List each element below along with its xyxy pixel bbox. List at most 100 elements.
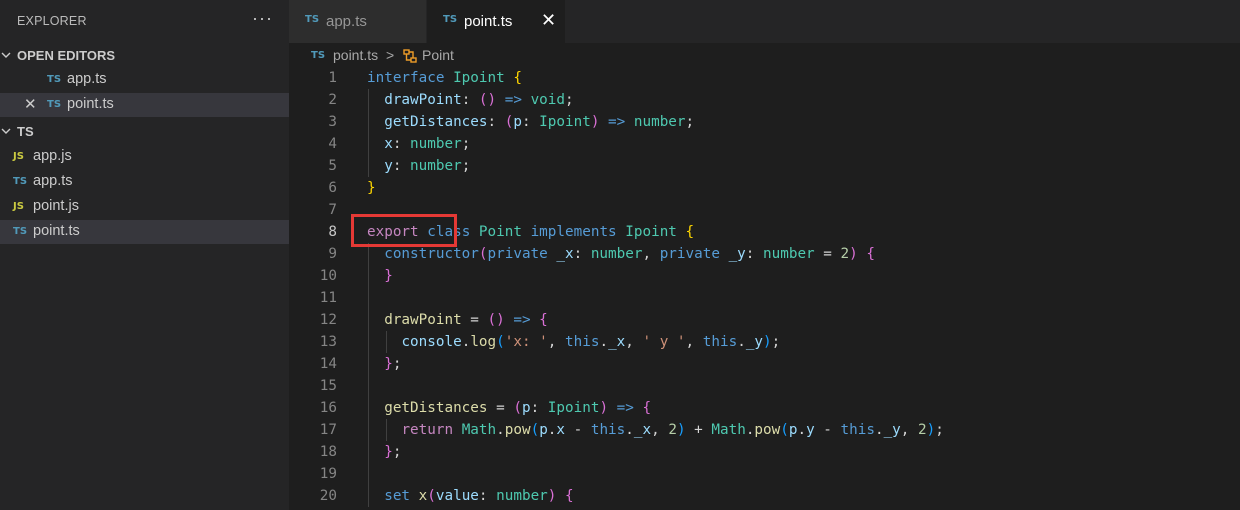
line-number: 1	[328, 70, 337, 86]
code-line[interactable]: 11	[289, 287, 1240, 309]
code-token: _y	[883, 422, 901, 438]
code-token: ;	[461, 158, 471, 174]
code-token: Point	[478, 224, 522, 240]
code-text: drawPoint: () => void;	[367, 89, 573, 111]
code-token: }	[384, 444, 393, 460]
explorer-sidebar: EXPLORER ··· OPEN EDITORS TS app.ts ✕ TS…	[0, 0, 289, 510]
line-number: 11	[319, 290, 337, 306]
code-line[interactable]: 16 getDistances = (p: Ipoint) => {	[289, 397, 1240, 419]
code-token: 'x: '	[504, 334, 548, 350]
code-token: p	[539, 422, 548, 438]
line-number: 4	[328, 136, 337, 152]
code-token: Ipoint	[539, 114, 591, 130]
line-number: 3	[328, 114, 337, 130]
code-token: _y	[745, 334, 764, 350]
close-icon[interactable]: ✕	[541, 10, 556, 31]
code-line[interactable]: 17 return Math.pow(p.x - this._x, 2) + M…	[289, 419, 1240, 441]
code-text: }	[367, 177, 376, 199]
line-number: 17	[319, 422, 337, 438]
typescript-file-icon: TS	[13, 226, 28, 237]
open-editor-item-app-ts[interactable]: TS app.ts	[0, 68, 289, 92]
code-line[interactable]: 1 interface Ipoint {	[289, 67, 1240, 89]
code-token: this	[590, 422, 626, 438]
code-token: (	[478, 246, 488, 262]
code-line[interactable]: 2 drawPoint: () => void;	[289, 89, 1240, 111]
code-token: :	[521, 114, 540, 130]
javascript-file-icon: JS	[13, 151, 24, 162]
code-token: :	[745, 246, 764, 262]
file-name: app.js	[33, 148, 72, 164]
annotation-highlight-box	[351, 214, 457, 247]
breadcrumb-file[interactable]: point.ts	[333, 47, 378, 63]
code-token: ,	[685, 334, 703, 350]
editor-area: TS app.ts TS point.ts ✕ TS point.ts > Po…	[289, 0, 1240, 510]
code-token: +	[685, 422, 712, 438]
code-line[interactable]: 6}	[289, 177, 1240, 199]
code-token: 2	[918, 422, 927, 438]
code-token: x	[384, 136, 393, 152]
code-line[interactable]: 4 x: number;	[289, 133, 1240, 155]
code-token: {	[685, 224, 695, 240]
code-token: =	[814, 246, 841, 262]
open-editors-section[interactable]: OPEN EDITORS	[0, 43, 289, 67]
code-token: ;	[392, 356, 402, 372]
tab-app-ts[interactable]: TS app.ts	[289, 0, 426, 43]
indent-guide	[368, 89, 369, 177]
file-name: point.ts	[33, 223, 80, 239]
code-token: p	[513, 114, 522, 130]
code-line[interactable]: 12 drawPoint = () => {	[289, 309, 1240, 331]
code-token: pow	[504, 422, 531, 438]
code-line[interactable]: 20 set x(value: number) {	[289, 485, 1240, 507]
code-line[interactable]: 19	[289, 463, 1240, 485]
code-token: Ipoint	[625, 224, 677, 240]
code-token: getDistances	[384, 114, 488, 130]
code-token: .	[599, 334, 609, 350]
code-token: :	[530, 400, 548, 416]
open-editor-item-point-ts[interactable]: ✕ TS point.ts	[0, 93, 289, 117]
folder-ts-section[interactable]: TS	[0, 119, 289, 143]
explorer-header: EXPLORER ···	[0, 0, 289, 44]
code-line[interactable]: 18 };	[289, 441, 1240, 463]
tab-point-ts[interactable]: TS point.ts ✕	[427, 0, 565, 43]
tab-bar: TS app.ts TS point.ts ✕	[289, 0, 1240, 43]
breadcrumb-symbol[interactable]: Point	[422, 47, 454, 63]
code-token: ;	[771, 334, 781, 350]
code-token: =>	[504, 92, 522, 108]
more-actions-icon[interactable]: ···	[252, 8, 273, 29]
line-number: 19	[319, 466, 337, 482]
code-token: getDistances	[384, 400, 488, 416]
code-token: Math	[711, 422, 746, 438]
file-item-point-ts[interactable]: TS point.ts	[0, 220, 289, 244]
code-token: {	[866, 246, 875, 262]
code-token: x	[418, 488, 428, 504]
code-line[interactable]: 5 y: number;	[289, 155, 1240, 177]
code-token: =>	[616, 400, 634, 416]
code-line[interactable]: 3 getDistances: (p: Ipoint) => number;	[289, 111, 1240, 133]
code-token: number	[410, 136, 462, 152]
explorer-title: EXPLORER	[17, 14, 87, 28]
code-token: .	[496, 422, 505, 438]
line-number: 2	[328, 92, 337, 108]
code-token: {	[513, 70, 522, 86]
code-token: }	[367, 180, 376, 196]
code-token: =	[487, 400, 514, 416]
code-token: set	[384, 488, 411, 504]
code-line[interactable]: 15	[289, 375, 1240, 397]
code-line[interactable]: 14 };	[289, 353, 1240, 375]
file-item-point-js[interactable]: JS point.js	[0, 195, 289, 219]
code-token: ,	[625, 334, 643, 350]
code-line[interactable]: 10 }	[289, 265, 1240, 287]
file-item-app-ts[interactable]: TS app.ts	[0, 170, 289, 194]
close-icon[interactable]: ✕	[24, 95, 37, 113]
file-item-app-js[interactable]: JS app.js	[0, 145, 289, 169]
line-number: 13	[319, 334, 337, 350]
code-line[interactable]: 13 console.log('x: ', this._x, ' y ', th…	[289, 331, 1240, 353]
